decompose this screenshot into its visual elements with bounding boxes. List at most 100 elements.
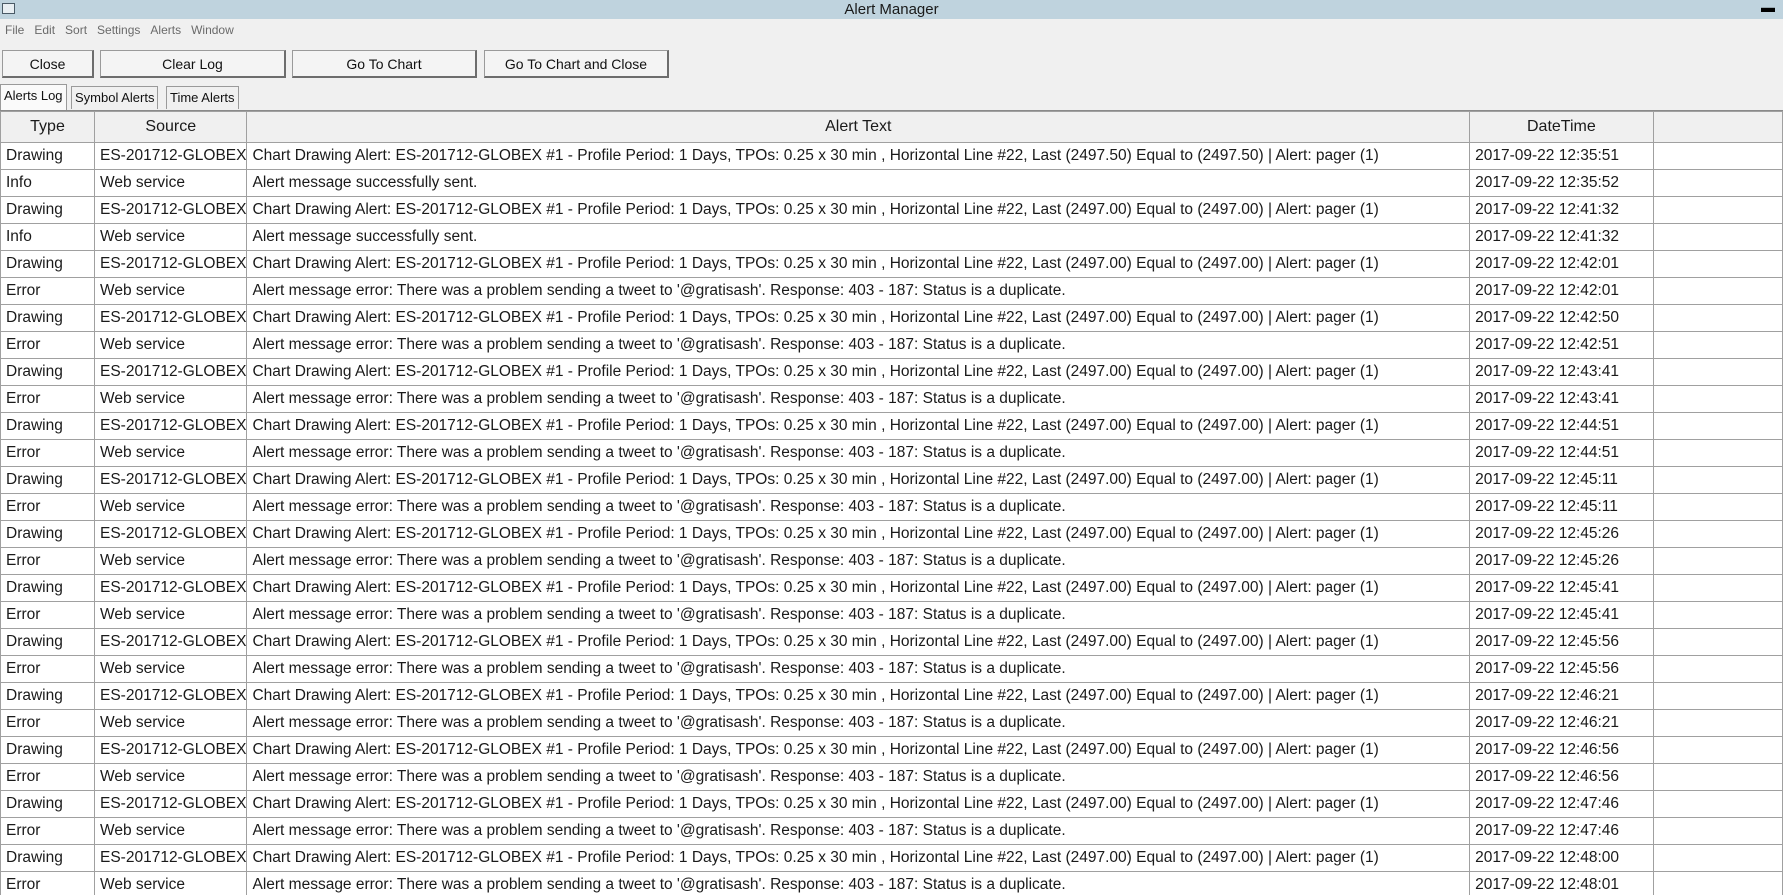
table-row[interactable]: ErrorWeb serviceAlert message error: The…: [1, 548, 1783, 575]
tab-symbol-alerts[interactable]: Symbol Alerts: [71, 86, 158, 109]
go-to-chart-button[interactable]: Go To Chart: [292, 50, 477, 78]
table-row[interactable]: DrawingES-201712-GLOBEXChart Drawing Ale…: [1, 629, 1783, 656]
table-row[interactable]: DrawingES-201712-GLOBEXChart Drawing Ale…: [1, 467, 1783, 494]
column-header-blank[interactable]: [1653, 112, 1782, 143]
table-row[interactable]: DrawingES-201712-GLOBEXChart Drawing Ale…: [1, 683, 1783, 710]
cell-datetime: 2017-09-22 12:46:21: [1470, 683, 1654, 710]
cell-type: Error: [1, 656, 95, 683]
menu-file[interactable]: File: [5, 23, 24, 37]
menu-settings[interactable]: Settings: [97, 23, 140, 37]
table-row[interactable]: DrawingES-201712-GLOBEXChart Drawing Ale…: [1, 251, 1783, 278]
cell-alert-text: Alert message error: There was a problem…: [247, 602, 1470, 629]
table-row[interactable]: InfoWeb serviceAlert message successfull…: [1, 224, 1783, 251]
table-row[interactable]: ErrorWeb serviceAlert message error: The…: [1, 656, 1783, 683]
cell-blank: [1653, 791, 1782, 818]
cell-blank: [1653, 143, 1782, 170]
table-row[interactable]: DrawingES-201712-GLOBEXChart Drawing Ale…: [1, 737, 1783, 764]
table-row[interactable]: ErrorWeb serviceAlert message error: The…: [1, 386, 1783, 413]
cell-source: ES-201712-GLOBEX: [95, 791, 247, 818]
cell-type: Drawing: [1, 359, 95, 386]
cell-type: Drawing: [1, 629, 95, 656]
cell-source: Web service: [95, 494, 247, 521]
cell-blank: [1653, 548, 1782, 575]
tab-alerts-log[interactable]: Alerts Log: [0, 84, 67, 110]
cell-datetime: 2017-09-22 12:35:52: [1470, 170, 1654, 197]
table-row[interactable]: DrawingES-201712-GLOBEXChart Drawing Ale…: [1, 521, 1783, 548]
table-row[interactable]: DrawingES-201712-GLOBEXChart Drawing Ale…: [1, 197, 1783, 224]
cell-datetime: 2017-09-22 12:43:41: [1470, 386, 1654, 413]
cell-source: Web service: [95, 602, 247, 629]
close-button[interactable]: Close: [2, 50, 94, 78]
menu-window[interactable]: Window: [191, 23, 234, 37]
table-row[interactable]: DrawingES-201712-GLOBEXChart Drawing Ale…: [1, 845, 1783, 872]
table-row[interactable]: DrawingES-201712-GLOBEXChart Drawing Ale…: [1, 575, 1783, 602]
column-header-alert-text[interactable]: Alert Text: [247, 112, 1470, 143]
title-bar: Alert Manager ▬: [0, 0, 1783, 19]
cell-datetime: 2017-09-22 12:42:50: [1470, 305, 1654, 332]
table-row[interactable]: ErrorWeb serviceAlert message error: The…: [1, 818, 1783, 845]
cell-type: Drawing: [1, 683, 95, 710]
column-header-type[interactable]: Type: [1, 112, 95, 143]
cell-source: Web service: [95, 278, 247, 305]
cell-alert-text: Chart Drawing Alert: ES-201712-GLOBEX #1…: [247, 791, 1470, 818]
cell-datetime: 2017-09-22 12:45:56: [1470, 656, 1654, 683]
go-to-chart-and-close-button[interactable]: Go To Chart and Close: [484, 50, 669, 78]
clear-log-button[interactable]: Clear Log: [100, 50, 286, 78]
cell-source: Web service: [95, 386, 247, 413]
cell-alert-text: Chart Drawing Alert: ES-201712-GLOBEX #1…: [247, 521, 1470, 548]
column-header-source[interactable]: Source: [95, 112, 247, 143]
cell-datetime: 2017-09-22 12:47:46: [1470, 818, 1654, 845]
cell-type: Info: [1, 224, 95, 251]
cell-alert-text: Chart Drawing Alert: ES-201712-GLOBEX #1…: [247, 413, 1470, 440]
table-row[interactable]: ErrorWeb serviceAlert message error: The…: [1, 278, 1783, 305]
cell-type: Drawing: [1, 143, 95, 170]
table-row[interactable]: ErrorWeb serviceAlert message error: The…: [1, 332, 1783, 359]
cell-datetime: 2017-09-22 12:44:51: [1470, 413, 1654, 440]
cell-blank: [1653, 656, 1782, 683]
table-row[interactable]: ErrorWeb serviceAlert message error: The…: [1, 872, 1783, 895]
table-row[interactable]: DrawingES-201712-GLOBEXChart Drawing Ale…: [1, 143, 1783, 170]
table-row[interactable]: DrawingES-201712-GLOBEXChart Drawing Ale…: [1, 413, 1783, 440]
cell-alert-text: Alert message error: There was a problem…: [247, 764, 1470, 791]
cell-type: Drawing: [1, 305, 95, 332]
table-row[interactable]: InfoWeb serviceAlert message successfull…: [1, 170, 1783, 197]
cell-source: ES-201712-GLOBEX: [95, 305, 247, 332]
cell-datetime: 2017-09-22 12:42:51: [1470, 332, 1654, 359]
cell-datetime: 2017-09-22 12:45:26: [1470, 521, 1654, 548]
menu-edit[interactable]: Edit: [34, 23, 55, 37]
cell-source: ES-201712-GLOBEX: [95, 143, 247, 170]
cell-alert-text: Alert message successfully sent.: [247, 224, 1470, 251]
cell-blank: [1653, 602, 1782, 629]
cell-blank: [1653, 629, 1782, 656]
table-row[interactable]: DrawingES-201712-GLOBEXChart Drawing Ale…: [1, 359, 1783, 386]
cell-blank: [1653, 359, 1782, 386]
cell-type: Drawing: [1, 467, 95, 494]
table-row[interactable]: ErrorWeb serviceAlert message error: The…: [1, 602, 1783, 629]
table-row[interactable]: DrawingES-201712-GLOBEXChart Drawing Ale…: [1, 305, 1783, 332]
cell-datetime: 2017-09-22 12:45:41: [1470, 575, 1654, 602]
cell-datetime: 2017-09-22 12:48:01: [1470, 872, 1654, 895]
table-row[interactable]: DrawingES-201712-GLOBEXChart Drawing Ale…: [1, 791, 1783, 818]
table-row[interactable]: ErrorWeb serviceAlert message error: The…: [1, 764, 1783, 791]
cell-source: Web service: [95, 548, 247, 575]
cell-type: Error: [1, 548, 95, 575]
cell-type: Drawing: [1, 521, 95, 548]
table-row[interactable]: ErrorWeb serviceAlert message error: The…: [1, 710, 1783, 737]
cell-datetime: 2017-09-22 12:45:41: [1470, 602, 1654, 629]
header-row: Type Source Alert Text DateTime: [1, 112, 1783, 143]
table-row[interactable]: ErrorWeb serviceAlert message error: The…: [1, 494, 1783, 521]
cell-datetime: 2017-09-22 12:46:21: [1470, 710, 1654, 737]
cell-blank: [1653, 332, 1782, 359]
cell-alert-text: Alert message error: There was a problem…: [247, 548, 1470, 575]
menu-sort[interactable]: Sort: [65, 23, 87, 37]
cell-datetime: 2017-09-22 12:46:56: [1470, 764, 1654, 791]
cell-type: Error: [1, 440, 95, 467]
cell-alert-text: Chart Drawing Alert: ES-201712-GLOBEX #1…: [247, 467, 1470, 494]
column-header-datetime[interactable]: DateTime: [1470, 112, 1654, 143]
tab-time-alerts[interactable]: Time Alerts: [166, 86, 239, 109]
cell-blank: [1653, 305, 1782, 332]
menu-alerts[interactable]: Alerts: [150, 23, 181, 37]
minimize-button[interactable]: ▬: [1759, 1, 1777, 16]
cell-type: Error: [1, 602, 95, 629]
table-row[interactable]: ErrorWeb serviceAlert message error: The…: [1, 440, 1783, 467]
